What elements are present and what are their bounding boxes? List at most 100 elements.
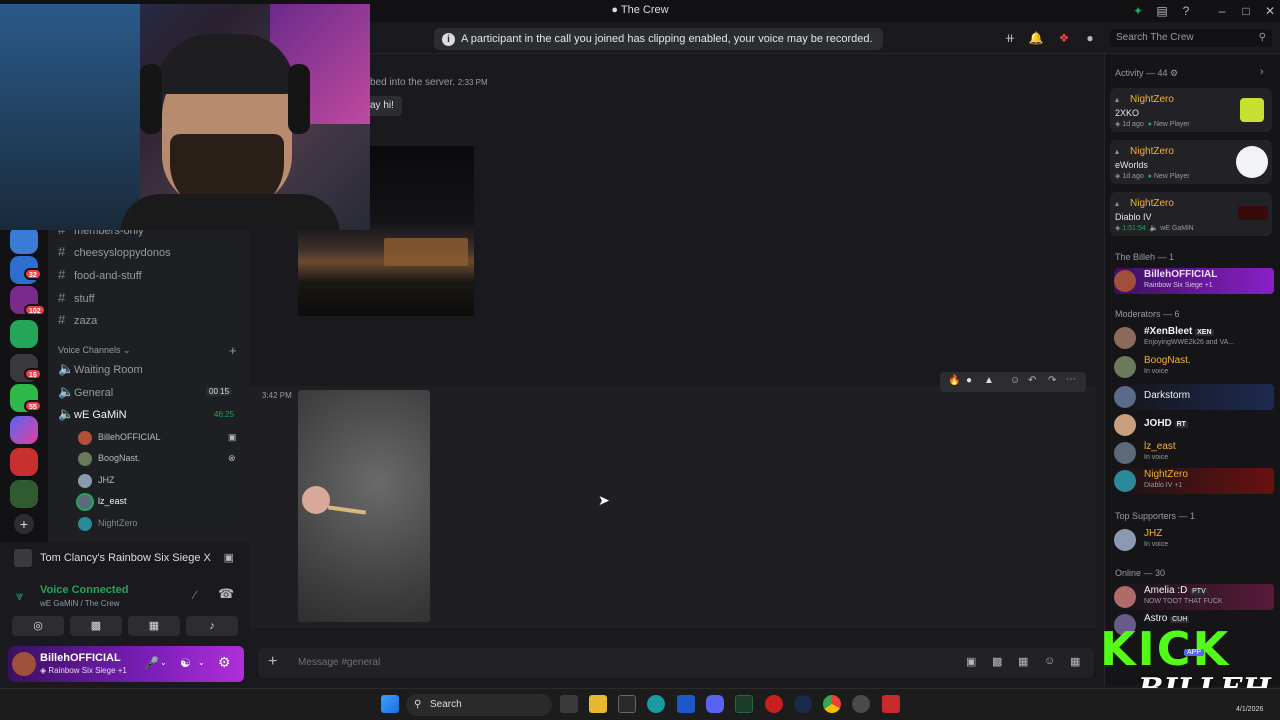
voice-category-header[interactable]: Voice Channels ⌄: [58, 345, 131, 356]
terminal-icon[interactable]: [735, 695, 753, 713]
close-button[interactable]: ✕: [1262, 3, 1278, 19]
clipping-notice: iA participant in the call you joined ha…: [434, 28, 883, 50]
more-icon[interactable]: ⋯: [1066, 374, 1076, 385]
taskbar-search[interactable]: ⚲ Search: [406, 694, 552, 716]
emoji-icon[interactable]: ☺: [1044, 655, 1055, 667]
disconnect-icon[interactable]: ☎: [218, 586, 234, 602]
gear-icon[interactable]: ⚙: [218, 654, 231, 671]
avatar: [78, 473, 92, 488]
voice-channel-we-gamin[interactable]: 🔈wE GaMiN: [58, 404, 127, 424]
app-icon[interactable]: [765, 695, 783, 713]
start-button[interactable]: [381, 695, 399, 713]
channel-zaza[interactable]: # zaza: [58, 310, 97, 330]
channel-cheesysloppydonos[interactable]: # cheesysloppydonos: [58, 242, 171, 262]
server-icon[interactable]: [10, 320, 38, 348]
maximize-button[interactable]: □: [1238, 3, 1254, 19]
chevron-down-icon[interactable]: ⌄: [160, 658, 167, 667]
attachment-image-ground[interactable]: [298, 390, 430, 622]
activity-card[interactable]: ▴ NightZero 2XKO ◈ 1d ago ● New Player: [1110, 88, 1272, 132]
reaction-icon[interactable]: ▲: [984, 375, 994, 386]
member-item[interactable]: BillehOFFICIAL Rainbow Six Siege +1: [1114, 268, 1274, 294]
game-activity-bar[interactable]: Tom Clancy's Rainbow Six Siege X ▣: [8, 546, 244, 570]
activity-header: Activity — 44 ⚙: [1115, 68, 1179, 78]
steam-icon[interactable]: [794, 695, 812, 713]
server-icon[interactable]: [10, 448, 38, 476]
voice-user[interactable]: NightZero: [78, 514, 138, 532]
chrome-icon[interactable]: [823, 695, 841, 713]
member-item[interactable]: Amelia :D PTV NOW TOOT THAT FUCK: [1114, 584, 1274, 610]
settings-icon[interactable]: [852, 695, 870, 713]
avatar: [1114, 414, 1136, 436]
gear-icon[interactable]: ⚙: [1170, 68, 1178, 78]
chevron-right-icon[interactable]: ›: [1260, 66, 1264, 78]
guild-tag: XEN: [1195, 329, 1214, 336]
help-icon[interactable]: ?: [1178, 3, 1194, 19]
reaction-icon[interactable]: ●: [966, 375, 972, 386]
store-icon[interactable]: [618, 695, 636, 713]
discord-icon[interactable]: [706, 695, 724, 713]
member-item[interactable]: JHZ In voice: [1114, 527, 1274, 553]
server-icon[interactable]: [10, 226, 38, 254]
outlook-icon[interactable]: [677, 695, 695, 713]
app-icon[interactable]: [882, 695, 900, 713]
reply-icon[interactable]: ↶: [1028, 375, 1036, 386]
add-server-icon[interactable]: +: [14, 514, 34, 534]
microphone-icon[interactable]: 🎤: [144, 656, 159, 670]
search-input[interactable]: Search The Crew ⚲: [1110, 29, 1272, 47]
member-list-icon[interactable]: ●: [1082, 30, 1098, 46]
member-item[interactable]: BoogNast. In voice: [1114, 354, 1274, 380]
noise-suppression-icon[interactable]: ∕: [194, 588, 196, 602]
edge-icon[interactable]: [647, 695, 665, 713]
voice-user[interactable]: BillehOFFICIAL: [78, 428, 161, 446]
forward-icon[interactable]: ↷: [1048, 375, 1056, 386]
gift-icon[interactable]: ▣: [966, 655, 976, 668]
activity-card[interactable]: ▴ NightZero Diablo IV ◈ 1:51:54 🔈 wE GaM…: [1110, 192, 1272, 236]
chevron-down-icon[interactable]: ⌄: [198, 658, 205, 667]
clock-date[interactable]: 4/1/2026: [1236, 706, 1263, 713]
activities-button[interactable]: ▦: [128, 616, 180, 636]
voice-status-title: Voice Connected: [40, 584, 129, 596]
add-attachment-icon[interactable]: +: [268, 653, 277, 671]
avatar: [78, 451, 92, 466]
screen-share-icon[interactable]: ▣: [224, 546, 234, 570]
camera-button[interactable]: ◎: [12, 616, 64, 636]
activity-card[interactable]: ▴ NightZero eWorlds ◈ 1d ago ● New Playe…: [1110, 140, 1272, 184]
avatar: [1114, 270, 1136, 292]
headphones-icon[interactable]: ☯: [180, 656, 191, 670]
voice-status-sub[interactable]: wE GaMiN / The Crew: [40, 599, 119, 608]
channel-food-and-stuff[interactable]: # food-and-stuff: [58, 265, 142, 285]
soundboard-button[interactable]: ♪: [186, 616, 238, 636]
apps-icon[interactable]: ▦: [1070, 655, 1080, 668]
member-item[interactable]: Darkstorm: [1114, 384, 1274, 410]
voice-channel-general[interactable]: 🔈General: [58, 382, 113, 402]
member-item[interactable]: #XenBleet XEN EnjoyingWWE2k26 and VA...: [1114, 325, 1274, 351]
member-item[interactable]: NightZero Diablo IV +1: [1114, 468, 1274, 494]
member-item[interactable]: lz_east In voice: [1114, 440, 1274, 466]
threads-icon[interactable]: ⧺: [1002, 30, 1018, 46]
voice-user-count: 00 15: [206, 387, 233, 396]
screen-share-button[interactable]: ▩: [70, 616, 122, 636]
task-view-icon[interactable]: [560, 695, 578, 713]
channel-stuff[interactable]: # stuff: [58, 288, 95, 308]
voice-user[interactable]: JHZ: [78, 471, 115, 489]
add-reaction-icon[interactable]: ☺: [1010, 375, 1020, 386]
message-composer[interactable]: + Message #general ▣ ▩ ▦ ☺ ▦: [258, 648, 1094, 678]
inbox-icon[interactable]: ▤: [1154, 3, 1170, 19]
member-item[interactable]: JOHD RT: [1114, 412, 1274, 438]
headphone-left: [140, 64, 162, 134]
file-explorer-icon[interactable]: [589, 695, 607, 713]
server-icon[interactable]: [10, 480, 38, 508]
gif-icon[interactable]: ▩: [992, 655, 1002, 668]
minimize-button[interactable]: –: [1214, 3, 1230, 19]
reaction-fire-icon[interactable]: 🔥: [948, 375, 960, 386]
add-channel-icon[interactable]: +: [229, 343, 237, 358]
notification-bell-icon[interactable]: 🔔: [1028, 30, 1044, 46]
sticker-icon[interactable]: ▦: [1018, 655, 1028, 668]
avatar[interactable]: [12, 652, 36, 676]
voice-channel-waiting-room[interactable]: 🔈Waiting Room: [58, 359, 143, 379]
server-icon[interactable]: [10, 416, 38, 444]
pin-icon[interactable]: ❖: [1056, 30, 1072, 46]
voice-user[interactable]: BoogNast.: [78, 449, 140, 467]
voice-user[interactable]: lz_east: [78, 492, 127, 510]
nitro-icon[interactable]: ✦: [1130, 3, 1146, 19]
